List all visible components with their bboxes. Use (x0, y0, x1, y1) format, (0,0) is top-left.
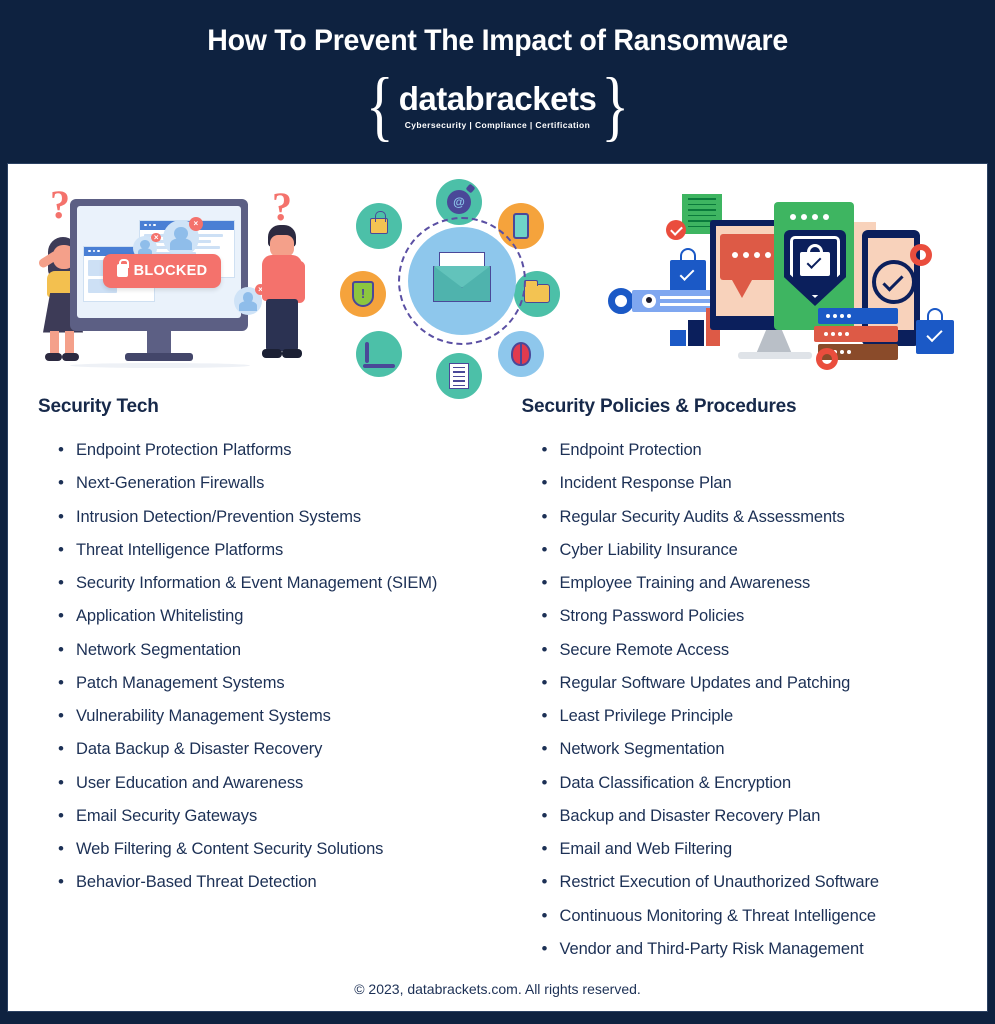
logo-text-group: databrackets Cybersecurity | Compliance … (394, 82, 602, 130)
list-item: Least Privilege Principle (542, 705, 982, 728)
dashed-ring-decoration (398, 216, 526, 345)
security-tech-column: Security Tech Endpoint Protection Platfo… (14, 396, 498, 975)
brace-left-icon: { (365, 61, 394, 150)
list-item: Restrict Execution of Unauthorized Softw… (542, 871, 982, 894)
check-circle-icon (666, 220, 686, 240)
list-item: Employee Training and Awareness (542, 572, 982, 595)
document-icon (436, 352, 482, 399)
brand-logo: { databrackets Cybersecurity | Complianc… (366, 66, 629, 144)
list-item: Regular Security Audits & Assessments (542, 506, 982, 529)
list-item: Patch Management Systems (58, 672, 498, 695)
brace-right-icon: } (601, 61, 630, 150)
security-policies-list: Endpoint Protection Incident Response Pl… (522, 439, 982, 961)
data-protection-illustration (598, 182, 973, 382)
list-item: Email Security Gateways (58, 805, 498, 828)
list-item: Data Backup & Disaster Recovery (58, 738, 498, 761)
footer-copyright: © 2023, databrackets.com. All rights res… (354, 981, 641, 997)
monitor-icon: × × BLOCKED × (70, 198, 266, 331)
email-threats-illustration: @ ! (340, 175, 580, 399)
bug-icon (498, 330, 544, 377)
list-item: Behavior-Based Threat Detection (58, 871, 498, 894)
list-item: Backup and Disaster Recovery Plan (542, 805, 982, 828)
user-blocked-icon: × (163, 216, 203, 256)
blocked-banner: BLOCKED (103, 253, 221, 288)
list-item: Application Whitelisting (58, 605, 498, 628)
list-item: Cyber Liability Insurance (542, 539, 982, 562)
list-item: Endpoint Protection Platforms (58, 439, 498, 462)
bar-chart-icon (670, 330, 686, 346)
list-item: Continuous Monitoring & Threat Intellige… (542, 905, 982, 928)
list-item: Security Information & Event Management … (58, 572, 498, 595)
list-item: Web Filtering & Content Security Solutio… (58, 838, 498, 861)
content-card: ? ? × × BLOCKED × @ ! Security Tech • En… (7, 163, 988, 1012)
list-item: Strong Password Policies (542, 605, 982, 628)
lists-container: Security Tech Endpoint Protection Platfo… (8, 396, 987, 975)
list-item: Vulnerability Management Systems (58, 705, 498, 728)
list-item: Threat Intelligence Platforms (58, 539, 498, 562)
brand-tagline: Cybersecurity | Compliance | Certificati… (404, 119, 591, 130)
list-item: Incident Response Plan (542, 472, 982, 495)
list-item: User Education and Awareness (58, 772, 498, 795)
blocked-screen-illustration: ? ? × × BLOCKED × (22, 175, 322, 390)
padlock-icon (356, 202, 402, 249)
list-item: Intrusion Detection/Prevention Systems (58, 506, 498, 529)
brand-name: databrackets (398, 80, 597, 118)
list-item: Endpoint Protection (542, 439, 982, 462)
blocked-label: BLOCKED (133, 262, 208, 279)
lock-icon (116, 259, 130, 277)
laptop-icon (356, 330, 402, 377)
gear-icon (608, 288, 634, 314)
header-banner: How To Prevent The Impact of Ransomware … (0, 0, 995, 163)
list-item: Vendor and Third-Party Risk Management (542, 938, 982, 961)
list-item: Next-Generation Firewalls (58, 472, 498, 495)
person-male-figure (254, 223, 310, 367)
list-item: Regular Software Updates and Patching (542, 672, 982, 695)
infographic-root: How To Prevent The Impact of Ransomware … (0, 0, 995, 1024)
list-item: Network Segmentation (58, 639, 498, 662)
question-mark-icon: ? (50, 181, 70, 227)
illustration-row: ? ? × × BLOCKED × @ ! (8, 164, 987, 399)
column-heading-security-policies: Security Policies & Procedures (521, 396, 797, 417)
security-policies-column: Security Policies & Procedures Endpoint … (498, 396, 982, 975)
column-heading-security-tech: Security Tech (38, 396, 159, 417)
list-item: Secure Remote Access (542, 639, 982, 662)
list-item: Data Classification & Encryption (542, 772, 982, 795)
list-item: Network Segmentation (542, 738, 982, 761)
security-tech-list: Endpoint Protection Platforms Next-Gener… (38, 439, 498, 894)
page-title: How To Prevent The Impact of Ransomware (207, 24, 788, 57)
shield-alert-icon: ! (340, 270, 386, 317)
gear-icon (910, 244, 932, 266)
gear-icon (816, 348, 838, 370)
list-item: Email and Web Filtering (542, 838, 982, 861)
